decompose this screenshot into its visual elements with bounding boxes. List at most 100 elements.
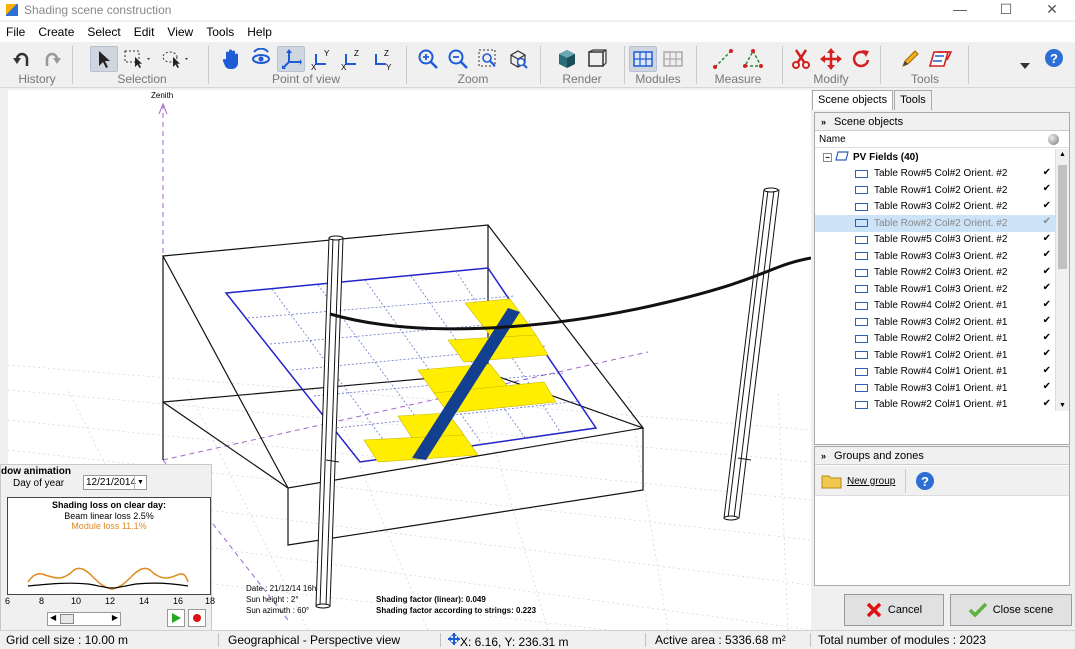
- svg-text:Y: Y: [386, 63, 392, 70]
- tree-root-pv-fields[interactable]: − PV Fields (40): [815, 149, 1055, 166]
- modules-on-icon[interactable]: [629, 46, 657, 72]
- wireframe-render-icon[interactable]: [583, 46, 611, 72]
- cancel-button[interactable]: Cancel: [844, 594, 944, 626]
- tree-item[interactable]: Table Row#4 Col#2 Orient. #1 ✔: [815, 298, 1055, 315]
- view-zy-icon[interactable]: ZY: [367, 46, 395, 72]
- tree-item[interactable]: Table Row#1 Col#2 Orient. #2 ✔: [815, 182, 1055, 199]
- visibility-check-icon[interactable]: ✔: [1043, 398, 1051, 409]
- play-button[interactable]: [167, 609, 185, 627]
- scrollbar-thumb[interactable]: [1058, 165, 1067, 269]
- tab-scene-objects[interactable]: Scene objects: [812, 90, 894, 110]
- fields-icon[interactable]: [926, 46, 954, 72]
- help-icon[interactable]: ?: [1044, 48, 1064, 71]
- tree-scrollbar[interactable]: ▲ ▼: [1055, 149, 1069, 411]
- tree-item[interactable]: Table Row#5 Col#2 Orient. #2 ✔: [815, 166, 1055, 183]
- view-xz-icon[interactable]: XZ: [337, 46, 365, 72]
- groups-collapse-chevron-icon[interactable]: »: [821, 451, 826, 461]
- menu-create[interactable]: Create: [38, 25, 74, 39]
- tree-item[interactable]: Table Row#3 Col#2 Orient. #2 ✔: [815, 199, 1055, 216]
- close-window-button[interactable]: ✕: [1029, 0, 1075, 20]
- cut-icon[interactable]: [787, 46, 815, 72]
- maximize-button[interactable]: ☐: [983, 0, 1029, 20]
- menu-file[interactable]: File: [6, 25, 25, 39]
- undo-icon[interactable]: [8, 46, 36, 72]
- scroll-up-icon[interactable]: ▲: [1059, 151, 1066, 158]
- menu-select[interactable]: Select: [87, 25, 120, 39]
- axes-icon[interactable]: [277, 46, 305, 72]
- tree-item[interactable]: Table Row#2 Col#1 Orient. #1 ✔: [815, 397, 1055, 409]
- collapse-chevron-icon[interactable]: »: [821, 117, 826, 127]
- tree-item[interactable]: Table Row#3 Col#3 Orient. #2 ✔: [815, 248, 1055, 265]
- view-xy-icon[interactable]: XY: [307, 46, 335, 72]
- new-group-button[interactable]: New group: [821, 473, 895, 489]
- move-icon[interactable]: [817, 46, 845, 72]
- tree-item[interactable]: Table Row#2 Col#2 Orient. #1 ✔: [815, 331, 1055, 348]
- visibility-check-icon[interactable]: ✔: [1043, 249, 1051, 260]
- slider-right-arrow-icon[interactable]: ▶: [112, 613, 118, 622]
- groups-header[interactable]: » Groups and zones: [815, 447, 1069, 465]
- tree-item[interactable]: Table Row#5 Col#3 Orient. #2 ✔: [815, 232, 1055, 249]
- visibility-check-icon[interactable]: ✔: [1043, 266, 1051, 277]
- tree-item[interactable]: Table Row#2 Col#2 Orient. #2 ✔: [815, 215, 1055, 232]
- time-slider[interactable]: ◀ ▶: [47, 612, 121, 626]
- visibility-check-icon[interactable]: ✔: [1043, 381, 1051, 392]
- svg-text:?: ?: [921, 474, 929, 489]
- rotate-icon[interactable]: [847, 46, 875, 72]
- slider-thumb[interactable]: [60, 614, 74, 624]
- minimize-button[interactable]: —: [937, 0, 983, 20]
- visibility-check-icon[interactable]: ✔: [1043, 348, 1051, 359]
- record-button[interactable]: [188, 609, 206, 627]
- scene-objects-tree[interactable]: − PV Fields (40) Table Row#5 Col#2 Orien…: [815, 149, 1055, 409]
- tree-item[interactable]: Table Row#4 Col#1 Orient. #1 ✔: [815, 364, 1055, 381]
- pointer-icon[interactable]: [90, 46, 118, 72]
- solid-render-icon[interactable]: [553, 46, 581, 72]
- lasso-select-icon[interactable]: [158, 46, 194, 72]
- zoom-window-icon[interactable]: [474, 46, 502, 72]
- redo-icon[interactable]: [38, 46, 66, 72]
- modules-off-icon[interactable]: [659, 46, 687, 72]
- rect-select-icon[interactable]: [120, 46, 156, 72]
- menu-view[interactable]: View: [167, 25, 193, 39]
- visibility-check-icon[interactable]: ✔: [1043, 233, 1051, 244]
- tab-tools[interactable]: Tools: [894, 90, 932, 110]
- visibility-check-icon[interactable]: ✔: [1043, 315, 1051, 326]
- visibility-check-icon[interactable]: ✔: [1043, 365, 1051, 376]
- visibility-check-icon[interactable]: ✔: [1043, 183, 1051, 194]
- measure-distance-icon[interactable]: [709, 46, 737, 72]
- zoom-out-icon[interactable]: [444, 46, 472, 72]
- zoom-fit-icon[interactable]: [504, 46, 532, 72]
- menu-edit[interactable]: Edit: [134, 25, 155, 39]
- visibility-check-icon[interactable]: ✔: [1043, 216, 1051, 227]
- measure-angle-icon[interactable]: [739, 46, 767, 72]
- visibility-check-icon[interactable]: ✔: [1043, 200, 1051, 211]
- tree-item[interactable]: Table Row#2 Col#3 Orient. #2 ✔: [815, 265, 1055, 282]
- visibility-check-icon[interactable]: ✔: [1043, 299, 1051, 310]
- zoom-in-icon[interactable]: [414, 46, 442, 72]
- slider-left-arrow-icon[interactable]: ◀: [50, 613, 56, 622]
- tree-item[interactable]: Table Row#1 Col#2 Orient. #1 ✔: [815, 347, 1055, 364]
- day-of-year-input[interactable]: 12/21/2014 ▼: [83, 475, 147, 490]
- hand-icon[interactable]: [217, 46, 245, 72]
- scroll-down-icon[interactable]: ▼: [1059, 402, 1066, 409]
- visibility-check-icon[interactable]: ✔: [1043, 332, 1051, 343]
- scene-objects-header[interactable]: » Scene objects: [815, 113, 1069, 131]
- visibility-check-icon[interactable]: ✔: [1043, 167, 1051, 178]
- tree-item[interactable]: Table Row#3 Col#2 Orient. #1 ✔: [815, 314, 1055, 331]
- toolbar-dropdown-icon[interactable]: [1020, 60, 1030, 74]
- status-module-count: Total number of modules : 2023: [818, 633, 987, 647]
- pencil-icon[interactable]: [896, 46, 924, 72]
- collapse-icon[interactable]: −: [823, 152, 832, 162]
- menu-help[interactable]: Help: [247, 25, 272, 39]
- groups-help-icon[interactable]: ?: [915, 471, 935, 494]
- name-column-header[interactable]: Name: [815, 131, 1069, 148]
- visibility-check-icon[interactable]: ✔: [1043, 282, 1051, 293]
- orbit-icon[interactable]: [247, 46, 275, 72]
- date-dropdown-icon[interactable]: ▼: [134, 476, 146, 489]
- tree-item[interactable]: Table Row#1 Col#3 Orient. #2 ✔: [815, 281, 1055, 298]
- tree-item-label: Table Row#5 Col#3 Orient. #2: [874, 234, 1008, 246]
- day-of-year-label: Day of year: [13, 478, 65, 489]
- close-scene-button[interactable]: Close scene: [950, 594, 1072, 626]
- group-label-modules: Modules: [635, 72, 681, 86]
- tree-item[interactable]: Table Row#3 Col#1 Orient. #1 ✔: [815, 380, 1055, 397]
- menu-tools[interactable]: Tools: [206, 25, 234, 39]
